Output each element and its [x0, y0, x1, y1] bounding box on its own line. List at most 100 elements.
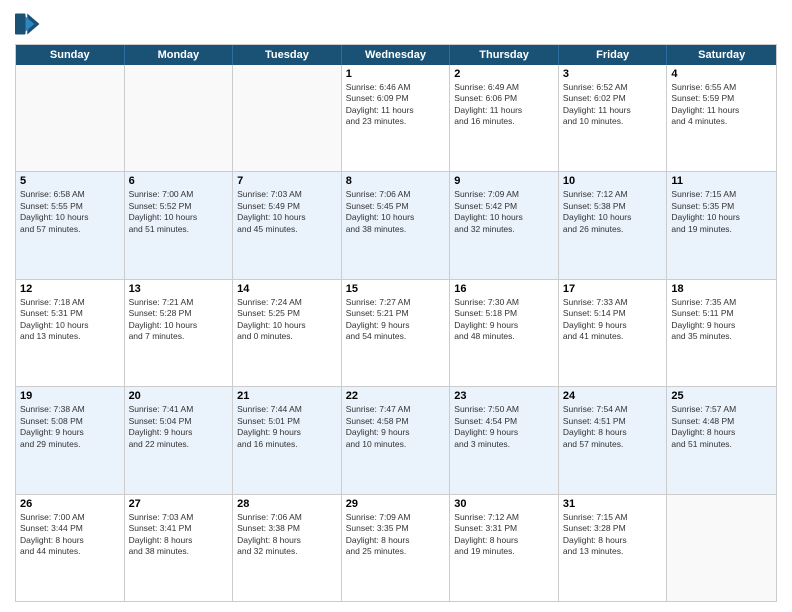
day-cell-5: 5 Sunrise: 6:58 AM Sunset: 5:55 PM Daylig…: [16, 172, 125, 278]
calendar-row-0: 1 Sunrise: 6:46 AM Sunset: 6:09 PM Daylig…: [16, 65, 776, 172]
day-number: 16: [454, 283, 554, 295]
day-number: 13: [129, 283, 229, 295]
day-cell-2: 2 Sunrise: 6:49 AM Sunset: 6:06 PM Daylig…: [450, 65, 559, 171]
day-header-wednesday: Wednesday: [342, 45, 451, 65]
cell-info: Sunrise: 7:18 AM Sunset: 5:31 PM Dayligh…: [20, 297, 120, 343]
cell-info: Sunrise: 7:30 AM Sunset: 5:18 PM Dayligh…: [454, 297, 554, 343]
cell-info: Sunrise: 7:44 AM Sunset: 5:01 PM Dayligh…: [237, 404, 337, 450]
day-cell-empty-0-0: [16, 65, 125, 171]
day-number: 6: [129, 175, 229, 187]
day-number: 9: [454, 175, 554, 187]
day-number: 20: [129, 390, 229, 402]
logo: [15, 10, 47, 38]
day-cell-27: 27 Sunrise: 7:03 AM Sunset: 3:41 PM Dayli…: [125, 495, 234, 601]
day-number: 25: [671, 390, 772, 402]
cell-info: Sunrise: 7:24 AM Sunset: 5:25 PM Dayligh…: [237, 297, 337, 343]
calendar-row-4: 26 Sunrise: 7:00 AM Sunset: 3:44 PM Dayli…: [16, 495, 776, 601]
day-cell-29: 29 Sunrise: 7:09 AM Sunset: 3:35 PM Dayli…: [342, 495, 451, 601]
day-cell-20: 20 Sunrise: 7:41 AM Sunset: 5:04 PM Dayli…: [125, 387, 234, 493]
header: [15, 10, 777, 38]
cell-info: Sunrise: 7:54 AM Sunset: 4:51 PM Dayligh…: [563, 404, 663, 450]
day-header-saturday: Saturday: [667, 45, 776, 65]
calendar-header: SundayMondayTuesdayWednesdayThursdayFrid…: [16, 45, 776, 65]
day-number: 29: [346, 498, 446, 510]
day-cell-30: 30Sunrise: 7:12 AM Sunset: 3:31 PM Dayli…: [450, 495, 559, 601]
page: SundayMondayTuesdayWednesdayThursdayFrid…: [0, 0, 792, 612]
day-cell-19: 19 Sunrise: 7:38 AM Sunset: 5:08 PM Dayli…: [16, 387, 125, 493]
cell-info: Sunrise: 7:38 AM Sunset: 5:08 PM Dayligh…: [20, 404, 120, 450]
day-number: 14: [237, 283, 337, 295]
day-number: 8: [346, 175, 446, 187]
day-number: 26: [20, 498, 120, 510]
day-number: 1: [346, 68, 446, 80]
cell-info: Sunrise: 7:41 AM Sunset: 5:04 PM Dayligh…: [129, 404, 229, 450]
day-cell-1: 1 Sunrise: 6:46 AM Sunset: 6:09 PM Daylig…: [342, 65, 451, 171]
day-cell-3: 3Sunrise: 6:52 AM Sunset: 6:02 PM Daylig…: [559, 65, 668, 171]
day-cell-empty-0-2: [233, 65, 342, 171]
calendar-body: 1 Sunrise: 6:46 AM Sunset: 6:09 PM Daylig…: [16, 65, 776, 601]
day-cell-13: 13 Sunrise: 7:21 AM Sunset: 5:28 PM Dayli…: [125, 280, 234, 386]
day-cell-23: 23Sunrise: 7:50 AM Sunset: 4:54 PM Dayli…: [450, 387, 559, 493]
day-cell-15: 15Sunrise: 7:27 AM Sunset: 5:21 PM Dayli…: [342, 280, 451, 386]
day-cell-21: 21 Sunrise: 7:44 AM Sunset: 5:01 PM Dayli…: [233, 387, 342, 493]
day-cell-10: 10Sunrise: 7:12 AM Sunset: 5:38 PM Dayli…: [559, 172, 668, 278]
day-cell-22: 22 Sunrise: 7:47 AM Sunset: 4:58 PM Dayli…: [342, 387, 451, 493]
day-cell-28: 28Sunrise: 7:06 AM Sunset: 3:38 PM Dayli…: [233, 495, 342, 601]
day-header-tuesday: Tuesday: [233, 45, 342, 65]
day-number: 24: [563, 390, 663, 402]
cell-info: Sunrise: 7:06 AM Sunset: 5:45 PM Dayligh…: [346, 189, 446, 235]
day-cell-24: 24 Sunrise: 7:54 AM Sunset: 4:51 PM Dayli…: [559, 387, 668, 493]
day-number: 18: [671, 283, 772, 295]
day-number: 15: [346, 283, 446, 295]
day-number: 22: [346, 390, 446, 402]
cell-info: Sunrise: 6:46 AM Sunset: 6:09 PM Dayligh…: [346, 82, 446, 128]
cell-info: Sunrise: 7:57 AM Sunset: 4:48 PM Dayligh…: [671, 404, 772, 450]
cell-info: Sunrise: 7:35 AM Sunset: 5:11 PM Dayligh…: [671, 297, 772, 343]
day-cell-16: 16 Sunrise: 7:30 AM Sunset: 5:18 PM Dayli…: [450, 280, 559, 386]
day-cell-26: 26 Sunrise: 7:00 AM Sunset: 3:44 PM Dayli…: [16, 495, 125, 601]
calendar-row-2: 12 Sunrise: 7:18 AM Sunset: 5:31 PM Dayli…: [16, 280, 776, 387]
cell-info: Sunrise: 6:52 AM Sunset: 6:02 PM Dayligh…: [563, 82, 663, 128]
day-cell-25: 25 Sunrise: 7:57 AM Sunset: 4:48 PM Dayli…: [667, 387, 776, 493]
cell-info: Sunrise: 7:03 AM Sunset: 5:49 PM Dayligh…: [237, 189, 337, 235]
cell-info: Sunrise: 7:03 AM Sunset: 3:41 PM Dayligh…: [129, 512, 229, 558]
day-cell-31: 31 Sunrise: 7:15 AM Sunset: 3:28 PM Dayli…: [559, 495, 668, 601]
day-header-thursday: Thursday: [450, 45, 559, 65]
cell-info: Sunrise: 7:15 AM Sunset: 3:28 PM Dayligh…: [563, 512, 663, 558]
cell-info: Sunrise: 6:49 AM Sunset: 6:06 PM Dayligh…: [454, 82, 554, 128]
cell-info: Sunrise: 7:21 AM Sunset: 5:28 PM Dayligh…: [129, 297, 229, 343]
cell-info: Sunrise: 6:55 AM Sunset: 5:59 PM Dayligh…: [671, 82, 772, 128]
day-number: 7: [237, 175, 337, 187]
day-cell-9: 9 Sunrise: 7:09 AM Sunset: 5:42 PM Daylig…: [450, 172, 559, 278]
cell-info: Sunrise: 7:50 AM Sunset: 4:54 PM Dayligh…: [454, 404, 554, 450]
day-cell-empty-4-6: [667, 495, 776, 601]
day-header-sunday: Sunday: [16, 45, 125, 65]
cell-info: Sunrise: 7:47 AM Sunset: 4:58 PM Dayligh…: [346, 404, 446, 450]
cell-info: Sunrise: 7:15 AM Sunset: 5:35 PM Dayligh…: [671, 189, 772, 235]
cell-info: Sunrise: 6:58 AM Sunset: 5:55 PM Dayligh…: [20, 189, 120, 235]
day-header-monday: Monday: [125, 45, 234, 65]
day-number: 30: [454, 498, 554, 510]
cell-info: Sunrise: 7:00 AM Sunset: 3:44 PM Dayligh…: [20, 512, 120, 558]
calendar: SundayMondayTuesdayWednesdayThursdayFrid…: [15, 44, 777, 602]
day-cell-empty-0-1: [125, 65, 234, 171]
day-number: 12: [20, 283, 120, 295]
cell-info: Sunrise: 7:00 AM Sunset: 5:52 PM Dayligh…: [129, 189, 229, 235]
day-number: 2: [454, 68, 554, 80]
cell-info: Sunrise: 7:09 AM Sunset: 5:42 PM Dayligh…: [454, 189, 554, 235]
day-number: 5: [20, 175, 120, 187]
day-number: 21: [237, 390, 337, 402]
calendar-row-3: 19 Sunrise: 7:38 AM Sunset: 5:08 PM Dayli…: [16, 387, 776, 494]
day-number: 27: [129, 498, 229, 510]
calendar-row-1: 5 Sunrise: 6:58 AM Sunset: 5:55 PM Daylig…: [16, 172, 776, 279]
day-number: 19: [20, 390, 120, 402]
day-cell-14: 14 Sunrise: 7:24 AM Sunset: 5:25 PM Dayli…: [233, 280, 342, 386]
day-number: 31: [563, 498, 663, 510]
day-cell-11: 11Sunrise: 7:15 AM Sunset: 5:35 PM Dayli…: [667, 172, 776, 278]
logo-icon: [15, 10, 43, 38]
day-cell-7: 7 Sunrise: 7:03 AM Sunset: 5:49 PM Daylig…: [233, 172, 342, 278]
cell-info: Sunrise: 7:09 AM Sunset: 3:35 PM Dayligh…: [346, 512, 446, 558]
day-cell-8: 8 Sunrise: 7:06 AM Sunset: 5:45 PM Daylig…: [342, 172, 451, 278]
day-cell-4: 4Sunrise: 6:55 AM Sunset: 5:59 PM Daylig…: [667, 65, 776, 171]
day-number: 10: [563, 175, 663, 187]
